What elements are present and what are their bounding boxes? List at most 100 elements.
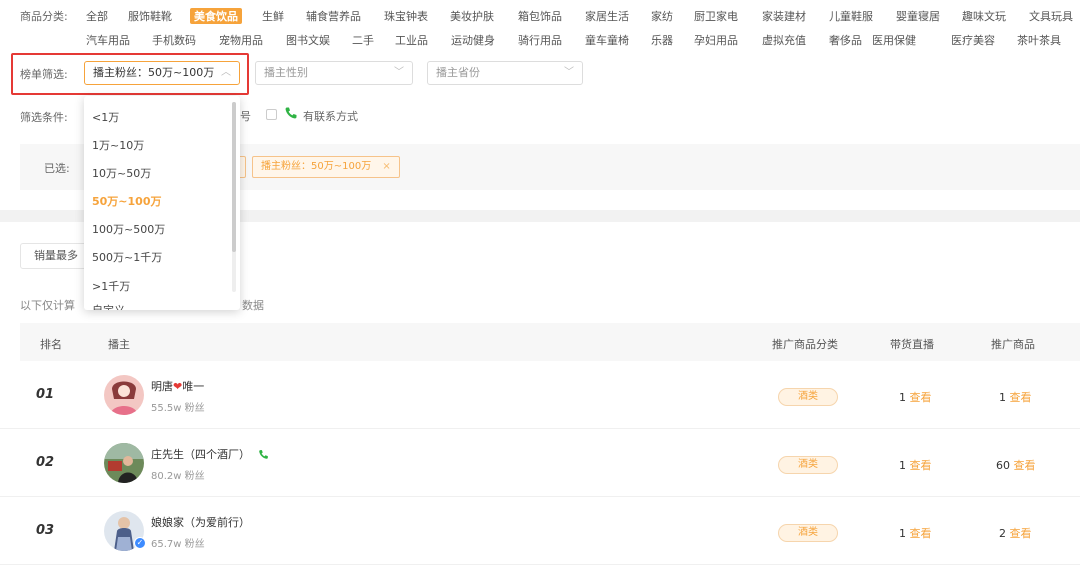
category-item[interactable]: 文具玩具: [1029, 8, 1073, 24]
products-count: 60: [996, 459, 1010, 472]
contact-label: 有联系方式: [303, 110, 358, 123]
header-category: 推广商品分类: [772, 338, 838, 351]
category-item[interactable]: 工业品: [395, 32, 428, 48]
view-live-link[interactable]: 查看: [910, 527, 932, 540]
close-icon[interactable]: ×: [382, 161, 390, 172]
sort-sales-button[interactable]: 销量最多: [20, 243, 92, 269]
category-item[interactable]: 医用保健: [872, 32, 916, 48]
category-item[interactable]: 运动健身: [451, 32, 495, 48]
products-count: 1: [999, 391, 1006, 404]
selected-label: 已选:: [44, 162, 70, 175]
gender-select[interactable]: 播主性别 ﹀: [255, 61, 413, 85]
view-live-link[interactable]: 查看: [910, 391, 932, 404]
view-products-link[interactable]: 查看: [1014, 459, 1036, 472]
category-item[interactable]: 服饰鞋靴: [128, 8, 172, 24]
category-item[interactable]: 美妆护肤: [450, 8, 494, 24]
phone-icon: [258, 450, 268, 459]
streamer-name-part: 明唐: [151, 380, 173, 393]
heart-icon: ❤: [173, 380, 183, 393]
avatar[interactable]: [104, 375, 144, 415]
view-products-link[interactable]: 查看: [1010, 527, 1032, 540]
live-cell: 1 查看: [899, 389, 932, 405]
category-item[interactable]: 图书文娱: [286, 32, 330, 48]
rank-number: 01: [36, 387, 55, 402]
category-item[interactable]: 骑行用品: [518, 32, 562, 48]
dropdown-option[interactable]: 1万~10万: [92, 137, 144, 153]
category-item[interactable]: 虚拟充值: [762, 32, 806, 48]
category-badge: 酒类: [778, 456, 838, 474]
live-cell: 1 查看: [899, 525, 932, 541]
category-item[interactable]: 生鲜: [262, 8, 284, 24]
conditions-label: 筛选条件:: [20, 111, 68, 124]
category-badge: 酒类: [778, 388, 838, 406]
streamer-name-part: 娘娘家（为爱前行）: [151, 516, 250, 529]
condition-partial-text: 号: [240, 110, 251, 123]
table-row[interactable]: 03 ✓ 娘娘家（为爱前行） 65.7w 粉丝 酒类 1 查看 2 查看: [0, 497, 1080, 565]
category-item[interactable]: 茶叶茶具: [1017, 32, 1061, 48]
category-item[interactable]: 奢侈品: [829, 32, 862, 48]
province-select[interactable]: 播主省份 ﹀: [427, 61, 583, 85]
live-cell: 1 查看: [899, 457, 932, 473]
category-item[interactable]: 家纺: [651, 8, 673, 24]
note-text-right: 数据: [242, 299, 264, 312]
chevron-down-icon: ﹀: [564, 67, 574, 78]
selected-tag[interactable]: 播主粉丝：50万~100万 ×: [252, 156, 400, 178]
verified-icon: ✓: [134, 537, 146, 549]
category-item-active[interactable]: 美食饮品: [190, 8, 242, 24]
products-cell: 60 查看: [996, 457, 1036, 473]
dropdown-option-selected[interactable]: 50万~100万: [92, 193, 162, 209]
category-item[interactable]: 珠宝钟表: [384, 8, 428, 24]
dropdown-scrollbar[interactable]: [232, 102, 236, 292]
live-count: 1: [899, 459, 906, 472]
category-item[interactable]: 乐器: [651, 32, 673, 48]
avatar[interactable]: [104, 443, 144, 483]
category-item[interactable]: 儿童鞋服: [829, 8, 873, 24]
fans-dropdown-menu: <1万 1万~10万 10万~50万 50万~100万 100万~500万 50…: [84, 96, 240, 310]
streamer-name[interactable]: 明唐❤唯一: [151, 378, 204, 394]
note-text-left: 以下仅计算: [20, 299, 75, 312]
highlight-box: [11, 53, 249, 95]
category-item[interactable]: 全部: [86, 8, 108, 24]
streamer-name-part: 庄先生（四个酒厂）: [151, 448, 250, 461]
fans-count: 65.7w 粉丝: [151, 539, 205, 550]
dropdown-option[interactable]: >1千万: [92, 278, 130, 294]
category-item[interactable]: 二手: [352, 32, 374, 48]
rank-number: 03: [36, 523, 55, 538]
category-item[interactable]: 孕妇用品: [694, 32, 738, 48]
category-badge: 酒类: [778, 524, 838, 542]
streamer-name[interactable]: 庄先生（四个酒厂）: [151, 446, 269, 462]
header-live: 带货直播: [890, 338, 934, 351]
category-item[interactable]: 箱包饰品: [518, 8, 562, 24]
category-item[interactable]: 辅食营养品: [306, 8, 361, 24]
table-row[interactable]: 01 明唐❤唯一 55.5w 粉丝 酒类 1 查看 1 查看: [0, 361, 1080, 429]
selected-tag-label: 播主粉丝：50万~100万: [261, 161, 372, 172]
category-item[interactable]: 家居生活: [585, 8, 629, 24]
table-header: 排名 播主 推广商品分类 带货直播 推广商品: [20, 323, 1080, 361]
category-item[interactable]: 汽车用品: [86, 32, 130, 48]
category-item[interactable]: 童车童椅: [585, 32, 629, 48]
category-item[interactable]: 宠物用品: [219, 32, 263, 48]
phone-icon: [284, 106, 298, 123]
dropdown-scrollbar-thumb[interactable]: [232, 102, 236, 252]
chevron-down-icon: ﹀: [394, 67, 404, 78]
province-select-placeholder: 播主省份: [436, 66, 480, 79]
dropdown-option[interactable]: <1万: [92, 109, 119, 125]
category-item[interactable]: 厨卫家电: [694, 8, 738, 24]
category-item[interactable]: 趣味文玩: [962, 8, 1006, 24]
category-item[interactable]: 婴童寝居: [896, 8, 940, 24]
view-products-link[interactable]: 查看: [1010, 391, 1032, 404]
category-item[interactable]: 家装建材: [762, 8, 806, 24]
category-item[interactable]: 医疗美容: [951, 32, 995, 48]
table-row[interactable]: 02 庄先生（四个酒厂） 80.2w 粉丝 酒类 1 查看 60 查看: [0, 429, 1080, 497]
products-cell: 2 查看: [999, 525, 1032, 541]
category-row-2: 汽车用品 手机数码 宠物用品 图书文娱 二手 工业品 运动健身 骑行用品 童车童…: [0, 32, 1080, 48]
category-item[interactable]: 手机数码: [152, 32, 196, 48]
dropdown-option[interactable]: 100万~500万: [92, 221, 165, 237]
header-rank: 排名: [40, 338, 62, 351]
contact-checkbox[interactable]: [266, 109, 277, 120]
streamer-name[interactable]: 娘娘家（为爱前行）: [151, 514, 250, 530]
dropdown-option[interactable]: 10万~50万: [92, 165, 151, 181]
dropdown-option[interactable]: 500万~1千万: [92, 249, 162, 265]
view-live-link[interactable]: 查看: [910, 459, 932, 472]
dropdown-option[interactable]: 自定义: [92, 302, 125, 310]
